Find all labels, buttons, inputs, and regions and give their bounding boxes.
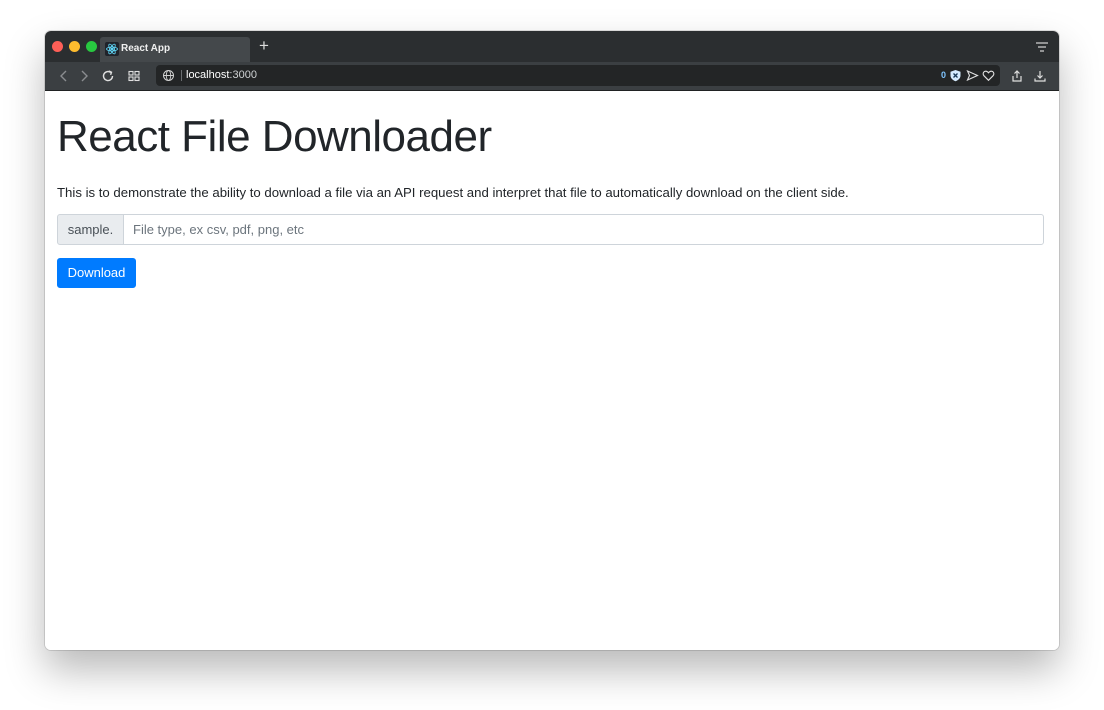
browser-window: React App + localhost:3000 0 React File … xyxy=(45,31,1059,650)
react-logo-icon xyxy=(105,42,119,56)
download-button[interactable]: Download xyxy=(57,258,136,288)
tab-overview-icon[interactable] xyxy=(1035,41,1049,53)
globe-icon xyxy=(163,70,174,81)
tab-title: React App xyxy=(121,43,171,54)
file-type-input[interactable] xyxy=(123,214,1044,245)
file-type-input-group: sample. xyxy=(57,214,1047,245)
back-icon[interactable] xyxy=(57,69,71,83)
minimize-window-button[interactable] xyxy=(69,41,80,52)
forward-icon[interactable] xyxy=(77,69,91,83)
reload-icon[interactable] xyxy=(101,69,115,83)
share-icon[interactable] xyxy=(1010,69,1024,83)
close-window-button[interactable] xyxy=(52,41,63,52)
tab-strip: React App + xyxy=(45,31,1059,62)
send-icon[interactable] xyxy=(966,69,979,82)
filename-prefix: sample. xyxy=(57,214,124,245)
page-content: React File Downloader This is to demonst… xyxy=(45,91,1059,650)
page-description: This is to demonstrate the ability to do… xyxy=(57,185,849,200)
page-title: React File Downloader xyxy=(57,112,492,161)
tab-react-app[interactable]: React App xyxy=(100,37,250,62)
speed-dial-icon[interactable] xyxy=(127,69,141,83)
shield-icon[interactable] xyxy=(949,69,962,82)
new-tab-button[interactable]: + xyxy=(256,37,272,55)
heart-icon[interactable] xyxy=(982,69,995,82)
address-bar[interactable]: localhost:3000 0 xyxy=(156,65,1000,86)
downloads-icon[interactable] xyxy=(1033,69,1047,83)
url-host: localhost xyxy=(186,69,230,81)
maximize-window-button[interactable] xyxy=(86,41,97,52)
url-text: localhost:3000 xyxy=(186,69,257,82)
address-separator xyxy=(181,70,182,81)
blocked-count-badge: 0 xyxy=(941,70,947,80)
url-port: :3000 xyxy=(229,69,257,81)
browser-toolbar: localhost:3000 0 xyxy=(45,62,1059,91)
